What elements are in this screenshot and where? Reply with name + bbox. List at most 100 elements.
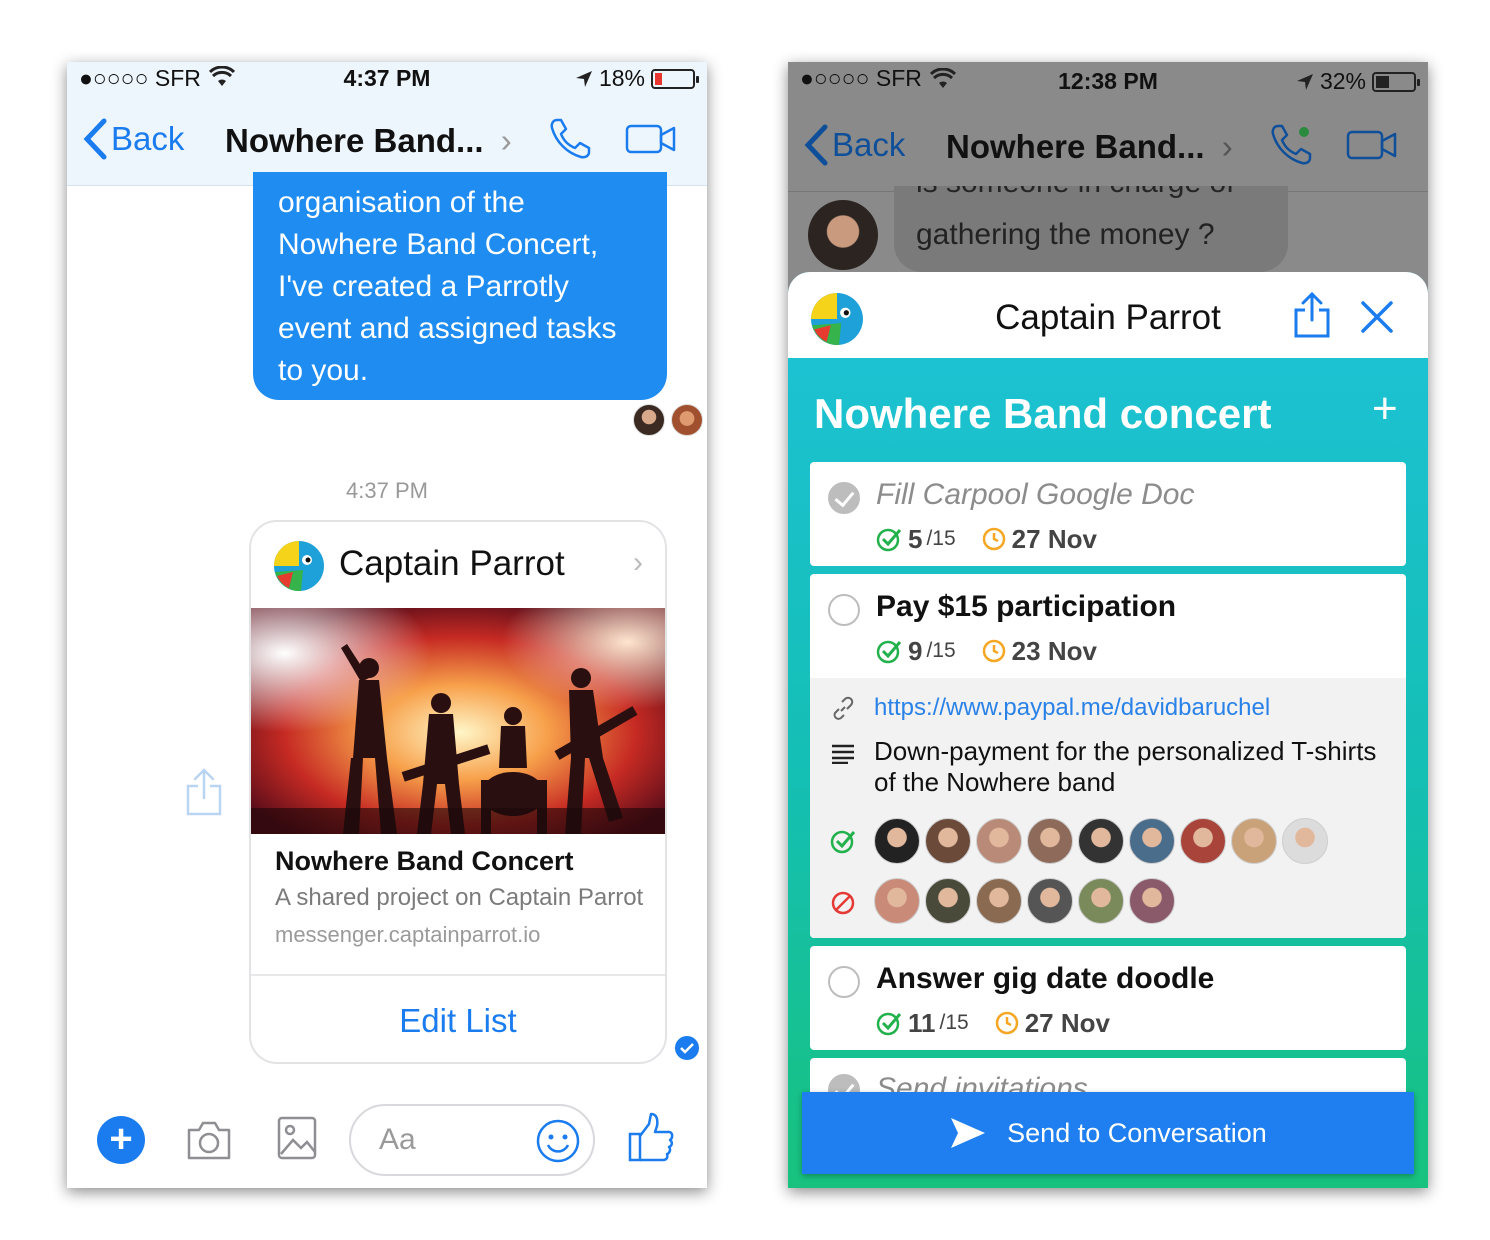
card-app-name: Captain Parrot (339, 544, 565, 583)
participant-avatar[interactable] (1078, 878, 1124, 924)
back-button[interactable]: Back (83, 118, 184, 160)
close-icon[interactable] (1360, 300, 1394, 334)
share-icon[interactable] (185, 768, 223, 816)
task-done-count: 5 (908, 523, 923, 554)
participant-avatar[interactable] (925, 818, 971, 864)
video-call-icon[interactable] (1346, 124, 1398, 164)
completed-avatars (874, 818, 1328, 864)
captain-parrot-logo (274, 541, 324, 592)
task-item[interactable]: Answer gig date doodle 11 /15 27 Nov (810, 946, 1406, 1050)
image-icon[interactable] (277, 1116, 317, 1160)
description-icon (832, 744, 854, 764)
clock-icon (995, 1011, 1018, 1035)
back-button[interactable]: Back (804, 124, 905, 166)
received-message-bubble: is someone in charge of gathering the mo… (894, 186, 1288, 272)
battery-percent: 32% (1319, 68, 1366, 94)
participant-avatar[interactable] (1027, 818, 1073, 864)
video-call-icon[interactable] (625, 118, 677, 158)
message-composer: + Aa (67, 1094, 707, 1188)
send-icon (951, 1118, 986, 1148)
status-right: 18% (575, 65, 699, 92)
location-arrow-icon (1296, 73, 1313, 90)
task-due-date: 27 Nov (1011, 523, 1097, 554)
message-input[interactable]: Aa (349, 1104, 595, 1176)
conversation-title[interactable]: Nowhere Band... › (946, 128, 1233, 166)
chevron-left-icon (83, 118, 107, 160)
participant-avatar[interactable] (925, 878, 971, 924)
task-total: /15 (939, 1011, 969, 1034)
task-checkbox[interactable] (828, 482, 860, 514)
add-button[interactable]: + (97, 1116, 145, 1164)
check-circle-icon (876, 640, 902, 664)
messenger-chat-screen: ●○○○○ SFR 4:37 PM 18% Back Nowhere Band.… (67, 62, 707, 1188)
captain-parrot-sheet: Captain Parrot Nowhere Band concert + Fi… (788, 272, 1428, 1188)
decline-icon (831, 891, 855, 915)
payment-link[interactable]: https://www.paypal.me/davidbaruchel (874, 694, 1270, 722)
task-meta: 9 /15 23 Nov (876, 636, 1097, 666)
chevron-right-icon: › (633, 546, 643, 579)
participant-avatar[interactable] (874, 818, 920, 864)
conversation-title[interactable]: Nowhere Band... › (225, 122, 512, 160)
check-circle-icon (876, 1012, 902, 1036)
send-to-conversation-button[interactable]: Send to Conversation (802, 1092, 1414, 1174)
camera-icon[interactable] (185, 1118, 233, 1162)
location-arrow-icon (575, 70, 592, 87)
check-circle-icon (830, 830, 856, 854)
clock-icon (982, 639, 1005, 663)
task-checkbox[interactable] (828, 594, 860, 626)
check-circle-icon (876, 528, 902, 552)
participant-avatar[interactable] (1129, 878, 1175, 924)
participant-avatar[interactable] (1078, 818, 1124, 864)
sheet-title: Captain Parrot (995, 298, 1221, 337)
participant-avatar[interactable] (976, 818, 1022, 864)
message-timestamp: 4:37 PM (346, 478, 428, 503)
received-message-text: gathering the money ? (916, 218, 1215, 251)
participant-avatar[interactable] (1027, 878, 1073, 924)
participant-avatar[interactable] (1282, 818, 1328, 864)
clock-icon (982, 527, 1005, 551)
share-icon[interactable] (1292, 292, 1332, 338)
participant-avatar[interactable] (1129, 818, 1175, 864)
battery-icon (651, 68, 699, 89)
participant-avatar[interactable] (976, 878, 1022, 924)
delivered-check-icon (675, 1036, 699, 1060)
task-name: Answer gig date doodle (876, 962, 1215, 995)
add-task-button[interactable]: + (1372, 384, 1398, 434)
chat-header: Back Nowhere Band... › (788, 102, 1428, 192)
sent-message-bubble: organisation of the Nowhere Band Concert… (253, 172, 667, 400)
task-item-expanded[interactable]: Pay $15 participation 9 /15 23 Nov https… (810, 574, 1406, 938)
shared-project-card[interactable]: Captain Parrot › Nowhere Band Concert A … (249, 520, 667, 1064)
captain-parrot-webview-screen: ●○○○○ SFR 12:38 PM 32% Back Nowhere Band… (788, 62, 1428, 1188)
task-due-date: 27 Nov (1024, 1007, 1110, 1038)
card-header[interactable]: Captain Parrot › (251, 522, 665, 608)
event-title: Nowhere Band concert (814, 390, 1272, 437)
send-button-label: Send to Conversation (1007, 1117, 1267, 1148)
phone-call-icon[interactable] (1268, 122, 1314, 168)
battery-percent: 18% (598, 65, 645, 91)
task-meta: 5 /15 27 Nov (876, 524, 1097, 554)
task-total: /15 (926, 527, 956, 550)
link-icon (833, 696, 854, 720)
task-description: Down-payment for the personalized T-shir… (874, 736, 1377, 797)
phone-call-icon[interactable] (547, 116, 593, 162)
task-item[interactable]: Fill Carpool Google Doc 5 /15 27 Nov (810, 462, 1406, 566)
emoji-icon[interactable] (535, 1118, 581, 1164)
participant-avatar[interactable] (1231, 818, 1277, 864)
status-right: 32% (1296, 68, 1420, 95)
back-label: Back (832, 126, 906, 163)
back-label: Back (111, 120, 185, 157)
task-total: /15 (926, 639, 956, 662)
read-receipt-avatar (671, 404, 703, 436)
task-done-count: 9 (908, 635, 923, 666)
edit-list-button[interactable]: Edit List (251, 1002, 665, 1040)
participant-avatar[interactable] (1180, 818, 1226, 864)
task-done-count: 11 (908, 1007, 936, 1038)
sender-avatar (808, 200, 878, 270)
thumbs-up-icon[interactable] (627, 1112, 675, 1162)
task-checkbox[interactable] (828, 966, 860, 998)
received-message-cut-text: is someone in charge of (916, 186, 1235, 202)
message-input-placeholder: Aa (379, 1123, 416, 1156)
declined-avatars (874, 878, 1175, 924)
task-name: Fill Carpool Google Doc (876, 478, 1195, 511)
participant-avatar[interactable] (874, 878, 920, 924)
